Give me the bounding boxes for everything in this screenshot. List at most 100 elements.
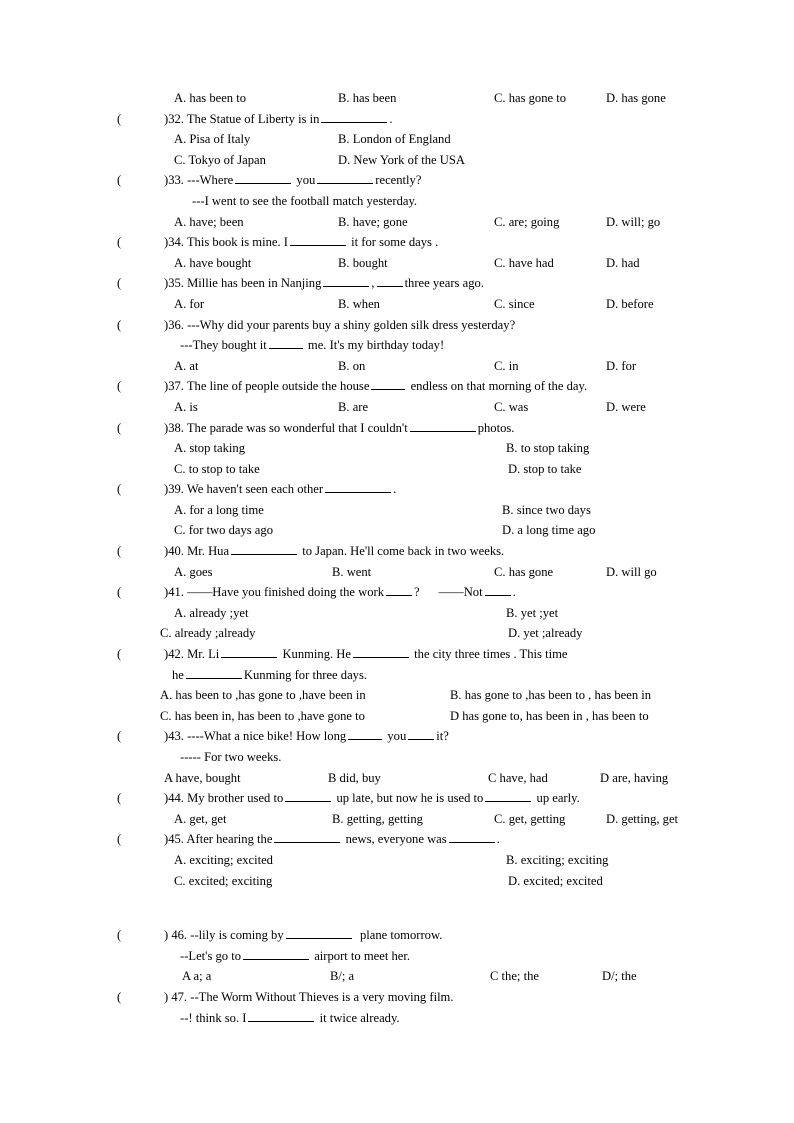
- answer-bracket-open[interactable]: (: [117, 479, 121, 500]
- answer-bracket-open[interactable]: (: [117, 232, 121, 253]
- answer-blank[interactable]: [243, 947, 310, 960]
- option-a[interactable]: A a; a: [182, 966, 211, 987]
- answer-bracket-open[interactable]: (: [117, 376, 121, 397]
- option-a[interactable]: A. for: [174, 294, 204, 315]
- option-c[interactable]: C. has gone: [494, 562, 553, 583]
- option-c[interactable]: C the; the: [490, 966, 539, 987]
- option-a[interactable]: A. exciting; excited: [174, 850, 273, 871]
- answer-bracket-open[interactable]: (: [117, 644, 121, 665]
- answer-blank[interactable]: [221, 645, 278, 659]
- option-a[interactable]: A have, bought: [164, 768, 241, 789]
- answer-blank[interactable]: [289, 234, 346, 247]
- answer-blank[interactable]: [285, 927, 352, 940]
- answer-bracket-open[interactable]: (: [117, 788, 121, 809]
- option-c[interactable]: C. get, getting: [494, 809, 565, 830]
- answer-blank[interactable]: [185, 666, 242, 679]
- answer-blank[interactable]: [317, 172, 374, 185]
- option-d[interactable]: D has gone to, has been in , has been to: [450, 706, 649, 727]
- answer-blank[interactable]: [353, 645, 409, 659]
- option-d[interactable]: D. New York of the USA: [338, 150, 465, 171]
- option-b[interactable]: B. exciting; exciting: [506, 850, 608, 871]
- answer-bracket-open[interactable]: (: [117, 925, 121, 946]
- option-a[interactable]: A. get, get: [174, 809, 226, 830]
- option-b[interactable]: B. to stop taking: [506, 438, 589, 459]
- option-d[interactable]: D/; the: [602, 966, 637, 987]
- answer-bracket-open[interactable]: (: [117, 987, 121, 1008]
- option-b[interactable]: B. has been: [338, 88, 396, 109]
- answer-blank[interactable]: [448, 831, 495, 844]
- option-b[interactable]: B. getting, getting: [332, 809, 423, 830]
- option-c[interactable]: C. have had: [494, 253, 554, 274]
- option-c[interactable]: C. has gone to: [494, 88, 566, 109]
- answer-bracket-open[interactable]: (: [117, 582, 121, 603]
- option-b[interactable]: B did, buy: [328, 768, 381, 789]
- option-b[interactable]: B. when: [338, 294, 380, 315]
- answer-blank[interactable]: [485, 790, 532, 803]
- option-c[interactable]: C. since: [494, 294, 535, 315]
- answer-bracket-open[interactable]: (: [117, 315, 121, 336]
- option-c[interactable]: C. excited; exciting: [174, 871, 272, 892]
- option-a[interactable]: A. has been to ,has gone to ,have been i…: [160, 685, 366, 706]
- answer-bracket-open[interactable]: (: [117, 109, 121, 130]
- option-d[interactable]: D are, having: [600, 768, 668, 789]
- answer-bracket-open[interactable]: (: [117, 541, 121, 562]
- answer-blank[interactable]: [323, 275, 370, 288]
- answer-blank[interactable]: [376, 275, 403, 288]
- option-d[interactable]: D. a long time ago: [502, 520, 595, 541]
- option-d[interactable]: D. stop to take: [508, 459, 581, 480]
- option-a[interactable]: A. already ;yet: [174, 603, 248, 624]
- option-d[interactable]: D. for: [606, 356, 636, 377]
- answer-blank[interactable]: [321, 110, 388, 123]
- option-b[interactable]: B. London of England: [338, 129, 451, 150]
- option-d[interactable]: D. getting, get: [606, 809, 678, 830]
- answer-blank[interactable]: [386, 584, 413, 597]
- answer-blank[interactable]: [348, 728, 383, 741]
- option-d[interactable]: D. had: [606, 253, 640, 274]
- option-a[interactable]: A. goes: [174, 562, 212, 583]
- option-d[interactable]: D. excited; excited: [508, 871, 603, 892]
- option-d[interactable]: D. will; go: [606, 212, 660, 233]
- option-b[interactable]: B. went: [332, 562, 371, 583]
- answer-blank[interactable]: [408, 728, 435, 741]
- option-a[interactable]: A. is: [174, 397, 198, 418]
- answer-bracket-open[interactable]: (: [117, 170, 121, 191]
- option-c[interactable]: C. Tokyo of Japan: [174, 150, 266, 171]
- option-b[interactable]: B. yet ;yet: [506, 603, 558, 624]
- answer-blank[interactable]: [274, 831, 341, 844]
- option-d[interactable]: D. will go: [606, 562, 657, 583]
- option-c[interactable]: C. has been in, has been to ,have gone t…: [160, 706, 365, 727]
- option-a[interactable]: A. has been to: [174, 88, 246, 109]
- answer-bracket-open[interactable]: (: [117, 726, 121, 747]
- option-b[interactable]: B. on: [338, 356, 365, 377]
- option-c[interactable]: C. already ;already: [160, 623, 255, 644]
- option-d[interactable]: D. has gone: [606, 88, 666, 109]
- option-a[interactable]: A. at: [174, 356, 198, 377]
- option-b[interactable]: B. have; gone: [338, 212, 408, 233]
- answer-blank[interactable]: [248, 1009, 315, 1022]
- option-b[interactable]: B. are: [338, 397, 368, 418]
- option-a[interactable]: A. Pisa of Italy: [174, 129, 250, 150]
- option-c[interactable]: C. for two days ago: [174, 520, 273, 541]
- option-d[interactable]: D. before: [606, 294, 654, 315]
- answer-blank[interactable]: [268, 337, 303, 350]
- answer-blank[interactable]: [409, 419, 476, 432]
- option-a[interactable]: A. have bought: [174, 253, 251, 274]
- option-c[interactable]: C. in: [494, 356, 519, 377]
- answer-blank[interactable]: [231, 542, 298, 556]
- option-c[interactable]: C. are; going: [494, 212, 559, 233]
- option-c[interactable]: C have, had: [488, 768, 548, 789]
- answer-blank[interactable]: [371, 378, 406, 391]
- option-b[interactable]: B. bought: [338, 253, 388, 274]
- answer-bracket-open[interactable]: (: [117, 829, 121, 850]
- option-b[interactable]: B. has gone to ,has been to , has been i…: [450, 685, 651, 706]
- option-d[interactable]: D. yet ;already: [508, 623, 582, 644]
- option-a[interactable]: A. for a long time: [174, 500, 264, 521]
- option-b[interactable]: B. since two days: [502, 500, 591, 521]
- answer-blank[interactable]: [285, 790, 332, 803]
- answer-blank[interactable]: [484, 584, 511, 597]
- option-a[interactable]: A. stop taking: [174, 438, 245, 459]
- answer-blank[interactable]: [235, 172, 292, 185]
- option-a[interactable]: A. have; been: [174, 212, 244, 233]
- option-d[interactable]: D. were: [606, 397, 646, 418]
- answer-bracket-open[interactable]: (: [117, 418, 121, 439]
